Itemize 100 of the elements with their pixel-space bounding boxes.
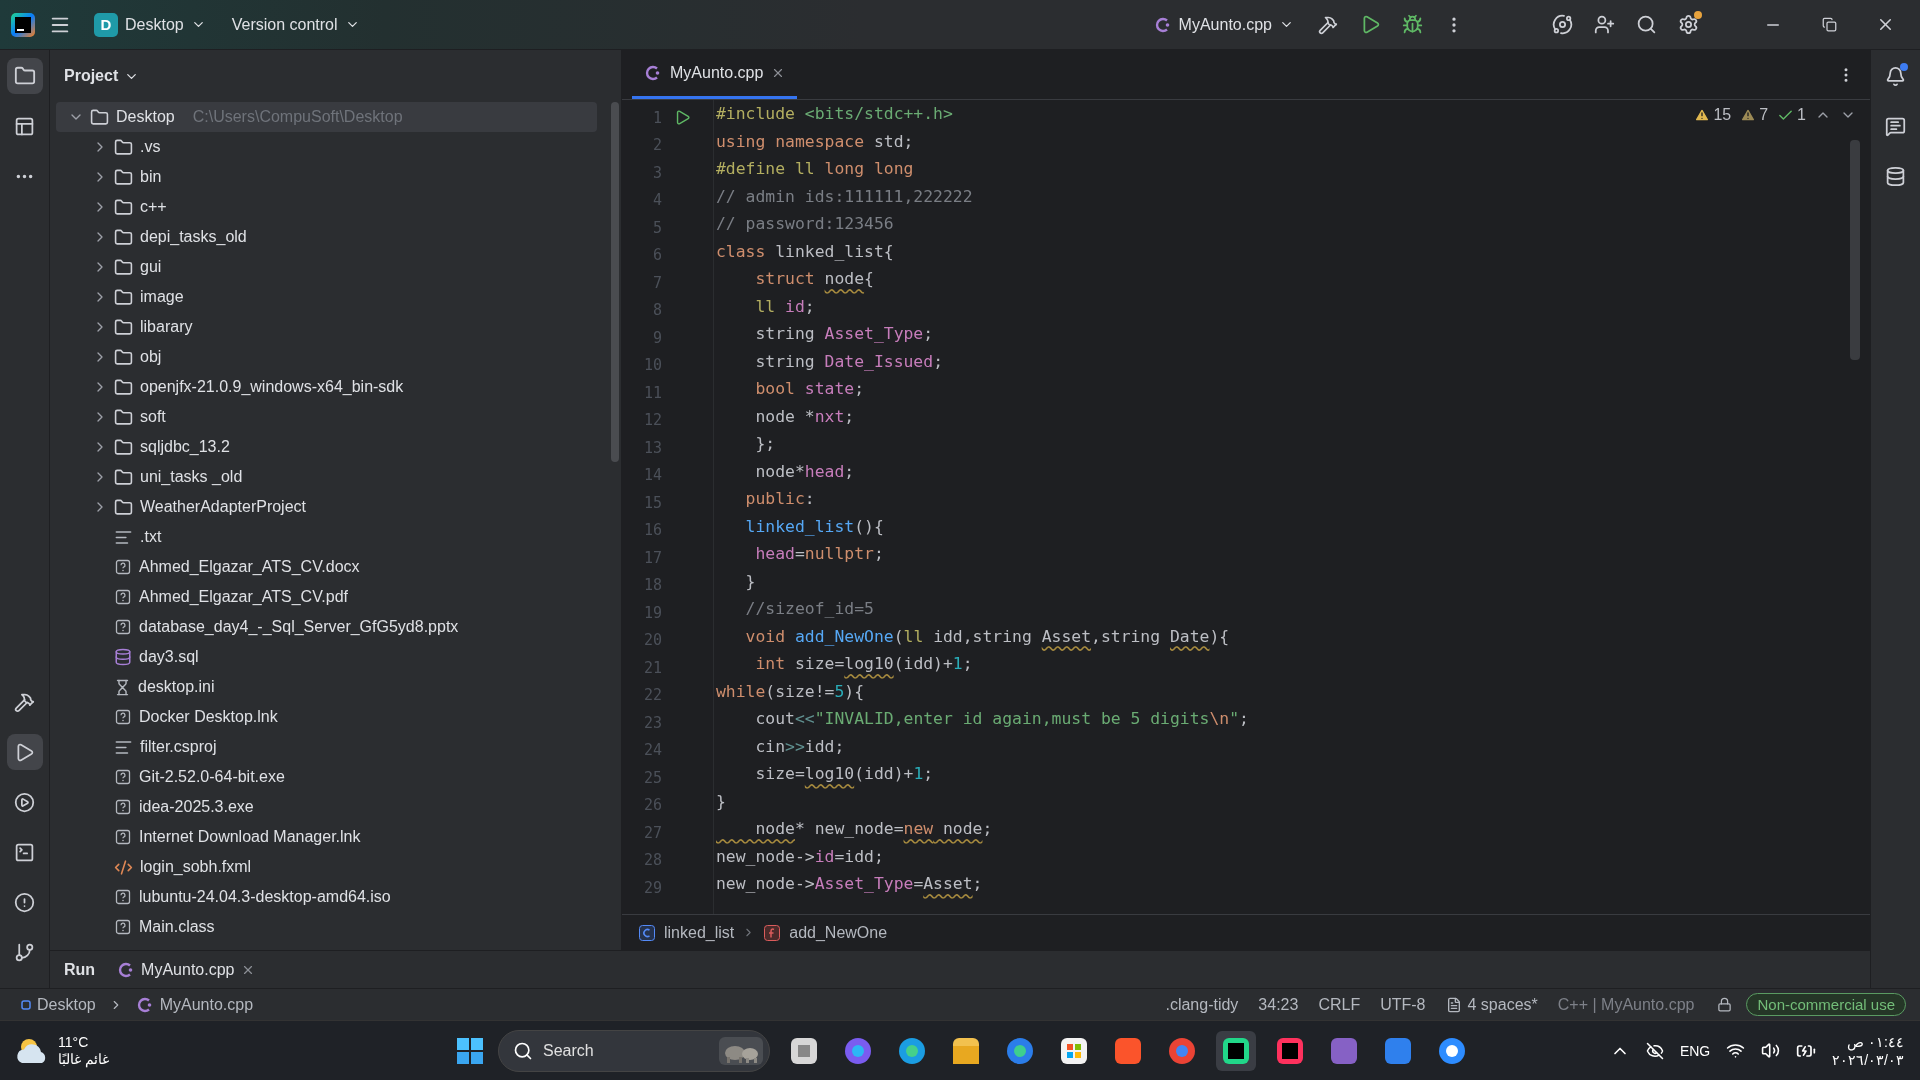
clock-date[interactable]: ٢٠٢٦/٠٣/٠٣ bbox=[1832, 1050, 1904, 1069]
tree-item[interactable]: WeatherAdapterProject bbox=[56, 492, 597, 522]
code-line: size=log10(idd)+1; bbox=[754, 764, 934, 785]
file-name: Docker Desktop.lnk bbox=[139, 708, 278, 726]
run-icon[interactable] bbox=[6, 734, 43, 770]
file-name: lubuntu-24.04.3-desktop-amd64.iso bbox=[139, 888, 391, 906]
tree-item[interactable]: c++ bbox=[56, 192, 597, 222]
tree-item[interactable]: .txt bbox=[56, 522, 597, 552]
project-selector[interactable]: D Desktop bbox=[84, 6, 216, 43]
tree-item[interactable]: day3.sql bbox=[56, 642, 597, 672]
eye-off-icon[interactable] bbox=[1645, 1041, 1664, 1060]
status-item[interactable]: 34:23 bbox=[1251, 995, 1306, 1014]
tree-item[interactable]: filter.csproj bbox=[56, 732, 597, 762]
file-name: desktop.ini bbox=[138, 678, 215, 696]
breadcrumb[interactable]: MyAunto.cpp bbox=[128, 995, 261, 1014]
project-folder-icon[interactable] bbox=[6, 58, 43, 94]
code-line: node*head; bbox=[754, 461, 855, 483]
code-line: bool state; bbox=[754, 379, 865, 400]
tree-item[interactable]: lubuntu-24.04.3-desktop-amd64.iso bbox=[56, 882, 597, 912]
tree-item[interactable]: database_day4_-_Sql_Server_GfG5yd8.pptx bbox=[56, 612, 597, 642]
tree-item[interactable]: desktop.ini bbox=[56, 672, 597, 702]
code-line: using namespace std; bbox=[716, 131, 914, 153]
file-name: Git-2.52.0-64-bit.exe bbox=[139, 768, 285, 786]
folder-icon bbox=[114, 317, 133, 337]
tree-item[interactable]: soft bbox=[56, 402, 597, 432]
unknown-file-icon bbox=[114, 888, 132, 906]
file-name: filter.csproj bbox=[140, 738, 217, 756]
app-logo-icon[interactable] bbox=[10, 11, 36, 38]
file-name: .vs bbox=[140, 138, 161, 156]
run-tab[interactable]: MyAunto.cpp bbox=[113, 960, 259, 979]
search-icon bbox=[513, 1040, 533, 1061]
status-item[interactable]: 4 spaces* bbox=[1438, 995, 1545, 1014]
document-icon bbox=[1445, 996, 1462, 1013]
clock-time[interactable]: ٠١:٤٤ ص bbox=[1847, 1032, 1904, 1051]
tree-item[interactable]: Ahmed_Elgazar_ATS_CV.docx bbox=[56, 552, 597, 582]
search-field[interactable]: Search bbox=[498, 1029, 770, 1072]
project-view-menu[interactable]: Project bbox=[60, 63, 144, 89]
file-name: gui bbox=[140, 258, 162, 276]
tree-item[interactable]: libarary bbox=[56, 312, 597, 342]
tree-item[interactable]: Internet Download Manager.lnk bbox=[56, 822, 597, 852]
tree-item[interactable]: gui bbox=[56, 252, 597, 282]
tree-item[interactable]: uni_tasks _old bbox=[56, 462, 597, 492]
status-item[interactable]: CRLF bbox=[1311, 995, 1368, 1014]
status-item[interactable]: UTF-8 bbox=[1373, 995, 1433, 1014]
breadcrumb[interactable]: add_NewOne bbox=[763, 923, 888, 942]
inspection-counter[interactable]: 15 bbox=[1694, 106, 1732, 124]
breadcrumb[interactable]: linked_list bbox=[638, 923, 735, 942]
file-name: uni_tasks _old bbox=[140, 468, 243, 486]
lock-icon[interactable] bbox=[1717, 997, 1733, 1012]
unknown-file-icon bbox=[114, 798, 132, 816]
file-name: Internet Download Manager.lnk bbox=[139, 828, 361, 846]
tree-item[interactable]: Docker Desktop.lnk bbox=[56, 702, 597, 732]
file-name: bin bbox=[140, 168, 162, 186]
tree-item[interactable]: .vs bbox=[56, 132, 597, 162]
folder-icon bbox=[114, 257, 133, 277]
wifi-icon[interactable] bbox=[1726, 1041, 1746, 1060]
unknown-file-icon bbox=[114, 618, 132, 636]
project-badge: D bbox=[94, 12, 118, 37]
license-badge[interactable]: Non-commercial use bbox=[1746, 993, 1906, 1016]
tree-item[interactable]: depi_tasks_old bbox=[56, 222, 597, 252]
status-item[interactable]: .clang-tidy bbox=[1158, 995, 1246, 1014]
tree-item[interactable]: openjfx-21.0.9_windows-x64_bin-sdk bbox=[56, 372, 597, 402]
inspection-counter[interactable]: 7 bbox=[1740, 106, 1769, 124]
file-name: Ahmed_Elgazar_ATS_CV.pdf bbox=[139, 588, 348, 606]
breadcrumb[interactable]: Desktop bbox=[14, 995, 103, 1014]
folder-icon bbox=[114, 437, 133, 457]
hourglass-icon bbox=[114, 678, 131, 696]
code-line: while(size!=5){ bbox=[716, 681, 865, 703]
tree-item[interactable]: sqljdbc_13.2 bbox=[56, 432, 597, 462]
tree-item[interactable]: Desktop C:\Users\CompuSoft\Desktop bbox=[56, 102, 597, 132]
tree-item[interactable]: login_sobh.fxml bbox=[56, 852, 597, 882]
unknown-file-icon bbox=[114, 588, 132, 606]
language-indicator[interactable]: ENG bbox=[1679, 1042, 1711, 1059]
inspection-counter[interactable]: 1 bbox=[1777, 106, 1806, 124]
tree-item[interactable]: bin bbox=[56, 162, 597, 192]
status-item[interactable]: C++ | MyAunto.cpp bbox=[1550, 995, 1702, 1014]
unknown-file-icon bbox=[114, 828, 132, 846]
code-line: new_node->id=idd; bbox=[716, 846, 884, 868]
code-line: void add_NewOne(ll idd,string Asset,string Date){ bbox=[744, 626, 1230, 648]
windows-logo-icon[interactable] bbox=[456, 1036, 484, 1065]
tree-item[interactable]: image bbox=[56, 282, 597, 312]
run-configuration[interactable]: MyAunto.cpp bbox=[1143, 6, 1304, 43]
file-name: Ahmed_Elgazar_ATS_CV.docx bbox=[139, 558, 360, 576]
tree-item[interactable]: idea-2025.3.exe bbox=[56, 792, 597, 822]
file-name: soft bbox=[140, 408, 166, 426]
code-line: class linked_list{ bbox=[716, 241, 894, 263]
tree-item[interactable]: Main.class bbox=[56, 912, 597, 942]
tree-item[interactable]: Git-2.52.0-64-bit.exe bbox=[56, 762, 597, 792]
folder-icon bbox=[114, 227, 133, 247]
editor-tab[interactable]: MyAunto.cpp bbox=[632, 50, 798, 99]
unknown-file-icon bbox=[114, 768, 132, 786]
tree-item[interactable]: Ahmed_Elgazar_ATS_CV.pdf bbox=[56, 582, 597, 612]
version-control-menu[interactable]: Version control bbox=[221, 6, 370, 43]
tree-item[interactable]: obj bbox=[56, 342, 597, 372]
code-line: public: bbox=[744, 489, 815, 510]
class-icon bbox=[638, 923, 656, 942]
code-line: } bbox=[744, 571, 756, 593]
volume-icon[interactable] bbox=[1761, 1041, 1781, 1060]
code-line: struct node{ bbox=[754, 269, 874, 290]
code-line: string Date_Issued; bbox=[754, 351, 943, 373]
